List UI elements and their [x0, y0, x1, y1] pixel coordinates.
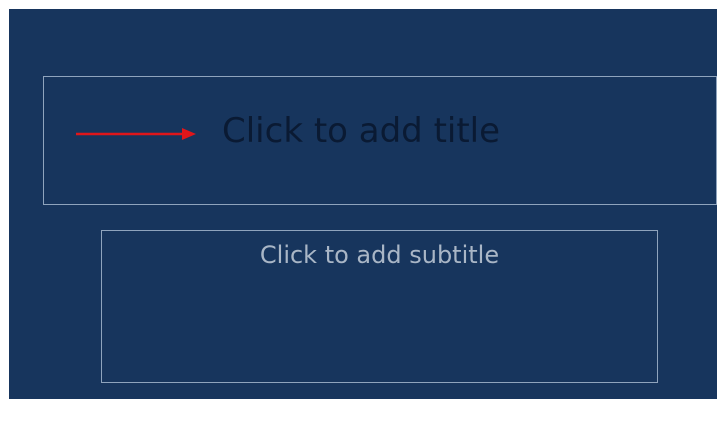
- subtitle-placeholder[interactable]: Click to add subtitle: [101, 230, 658, 383]
- right-arrow-icon: [76, 128, 196, 140]
- subtitle-placeholder-text: Click to add subtitle: [259, 241, 500, 269]
- title-placeholder[interactable]: Click to add title: [43, 76, 717, 205]
- title-placeholder-text: Click to add title: [222, 111, 501, 151]
- slide-canvas: Click to add title Click to add subtitle: [9, 9, 717, 399]
